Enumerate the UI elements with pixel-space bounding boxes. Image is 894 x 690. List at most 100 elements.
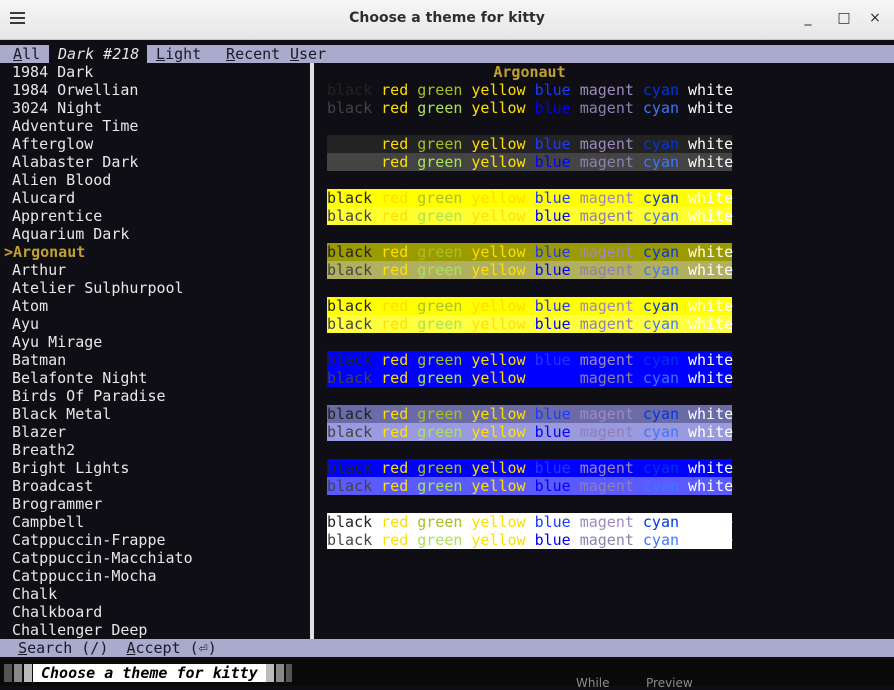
preview-color-word: magent xyxy=(579,459,634,477)
accept-action[interactable]: Accept (⏎) xyxy=(126,639,216,657)
theme-list-item[interactable]: Brogrammer xyxy=(4,495,309,513)
preview-color-word: black xyxy=(327,513,373,531)
theme-list-item[interactable]: Alucard xyxy=(4,189,309,207)
preview-color-word: red xyxy=(381,405,409,423)
preview-color-word: magent xyxy=(579,405,634,423)
theme-list-item[interactable]: Aquarium Dark xyxy=(4,225,309,243)
preview-color-word: white xyxy=(688,81,734,99)
theme-list-item[interactable]: Afterglow xyxy=(4,135,309,153)
theme-list-item[interactable]: Catppuccin-Frappe xyxy=(4,531,309,549)
theme-list-item[interactable]: 3024 Night xyxy=(4,99,309,117)
tab-user[interactable]: User xyxy=(290,45,350,63)
theme-list-item[interactable]: Challenger Deep xyxy=(4,621,309,639)
theme-list-item[interactable]: Ayu Mirage xyxy=(4,333,309,351)
preview-color-word: white xyxy=(688,477,734,495)
theme-list-item[interactable]: Catppuccin-Macchiato xyxy=(4,549,309,567)
preview-row: black red green yellow blue magent cyan white xyxy=(327,297,734,315)
theme-list-item[interactable]: Batman xyxy=(4,351,309,369)
tab-edge xyxy=(4,664,12,682)
preview-row: black red green yellow blue magent cyan white xyxy=(327,315,733,333)
theme-list-item[interactable]: Black Metal xyxy=(4,405,309,423)
theme-list-item[interactable]: Chalk xyxy=(4,585,309,603)
theme-list-item[interactable]: Apprentice xyxy=(4,207,309,225)
preview-color-word: magent xyxy=(579,423,634,441)
maximize-button[interactable]: □ xyxy=(835,10,853,26)
preview-color-word: cyan xyxy=(642,315,680,333)
theme-list-item[interactable]: Campbell xyxy=(4,513,309,531)
theme-list-item[interactable]: Broadcast xyxy=(4,477,309,495)
preview-color-word: magent xyxy=(579,351,634,369)
preview-color-word: red xyxy=(381,99,409,117)
tab-dark[interactable]: Dark #218 xyxy=(49,45,147,63)
preview-color-word: cyan xyxy=(642,243,680,261)
preview-color-word: white xyxy=(688,297,734,315)
preview-row: black red green yellow blue magent cyan white xyxy=(327,153,734,171)
close-button[interactable]: × xyxy=(866,10,884,26)
preview-color-word: green xyxy=(417,153,463,171)
preview-block: black red green yellow blue magent cyan white bl… xyxy=(327,513,734,549)
preview-color-word: blue xyxy=(534,531,571,549)
preview-color-word: blue xyxy=(534,99,571,117)
theme-list-item[interactable]: Blazer xyxy=(4,423,309,441)
theme-list-item[interactable]: Birds Of Paradise xyxy=(4,387,309,405)
preview-color-word: magent xyxy=(579,153,634,171)
theme-list-item[interactable]: 1984 Orwellian xyxy=(4,81,309,99)
preview-color-word: yellow xyxy=(471,207,526,225)
preview-block: black red green yellow blue magent cyan white bl… xyxy=(327,189,733,225)
preview-color-word: white xyxy=(688,351,734,369)
theme-list-item[interactable]: Belafonte Night xyxy=(4,369,309,387)
theme-list-item[interactable]: Alabaster Dark xyxy=(4,153,309,171)
preview-row: black red green yellow blue magent cyan white xyxy=(327,261,733,279)
theme-list-item[interactable]: Atom xyxy=(4,297,309,315)
preview-color-word: white xyxy=(688,405,734,423)
theme-list[interactable]: 1984 Dark 1984 Orwellian 3024 Night Adventu… xyxy=(4,63,309,639)
preview-color-word: black xyxy=(327,315,373,333)
theme-list-item[interactable]: Breath2 xyxy=(4,441,309,459)
preview-color-word: green xyxy=(417,459,463,477)
theme-list-item[interactable]: Adventure Time xyxy=(4,117,309,135)
preview-color-word: blue xyxy=(534,153,571,171)
preview-color-word: green xyxy=(417,405,463,423)
tab-recent[interactable]: Recent xyxy=(217,45,290,63)
search-action[interactable]: Search (/) xyxy=(18,639,108,657)
preview-color-word: magent xyxy=(579,513,634,531)
preview-color-word: cyan xyxy=(642,513,680,531)
preview-color-word: white xyxy=(688,153,734,171)
preview-color-word: red xyxy=(381,261,409,279)
preview-color-word: black xyxy=(327,189,373,207)
theme-list-item[interactable]: >Argonaut xyxy=(4,243,309,261)
preview-block: black red green yellow blue magent cyan white bl… xyxy=(327,135,734,171)
theme-list-item[interactable]: Ayu xyxy=(4,315,309,333)
tab-edge xyxy=(266,664,274,682)
theme-list-item[interactable]: Catppuccin-Mocha xyxy=(4,567,309,585)
preview-color-word: white xyxy=(688,513,734,531)
preview-color-word: green xyxy=(417,423,463,441)
theme-list-item[interactable]: 1984 Dark xyxy=(4,63,309,81)
preview-color-word: black xyxy=(327,261,373,279)
theme-list-item[interactable]: Arthur xyxy=(4,261,309,279)
background-text: Preview xyxy=(646,676,693,690)
theme-list-item[interactable]: Atelier Sulphurpool xyxy=(4,279,309,297)
preview-color-word: black xyxy=(327,243,373,261)
theme-list-item[interactable]: Alien Blood xyxy=(4,171,309,189)
preview-color-word: black xyxy=(327,351,373,369)
preview-color-word: white xyxy=(688,99,734,117)
theme-list-item[interactable]: Bright Lights xyxy=(4,459,309,477)
minimize-button[interactable]: _ xyxy=(799,10,817,26)
tab-all[interactable]: All xyxy=(4,45,49,63)
preview-color-word: white xyxy=(688,459,734,477)
theme-list-item[interactable]: Chalkboard xyxy=(4,603,309,621)
preview-color-word: green xyxy=(417,477,463,495)
preview-color-word: green xyxy=(417,261,463,279)
preview-color-word: black xyxy=(327,153,373,171)
preview-color-word: yellow xyxy=(471,189,526,207)
kitty-tab-title[interactable]: Choose a theme for kitty xyxy=(33,664,266,682)
preview-color-word: cyan xyxy=(642,297,680,315)
kitty-tab-bar: Choose a theme for kitty xyxy=(0,660,894,686)
preview-row: black red green yellow blue magent cyan white xyxy=(327,369,733,387)
preview-color-word: yellow xyxy=(471,405,526,423)
preview-color-word: cyan xyxy=(642,351,680,369)
preview-color-word: magent xyxy=(579,243,634,261)
preview-color-word: yellow xyxy=(471,423,526,441)
tab-light[interactable]: Light xyxy=(147,45,217,63)
